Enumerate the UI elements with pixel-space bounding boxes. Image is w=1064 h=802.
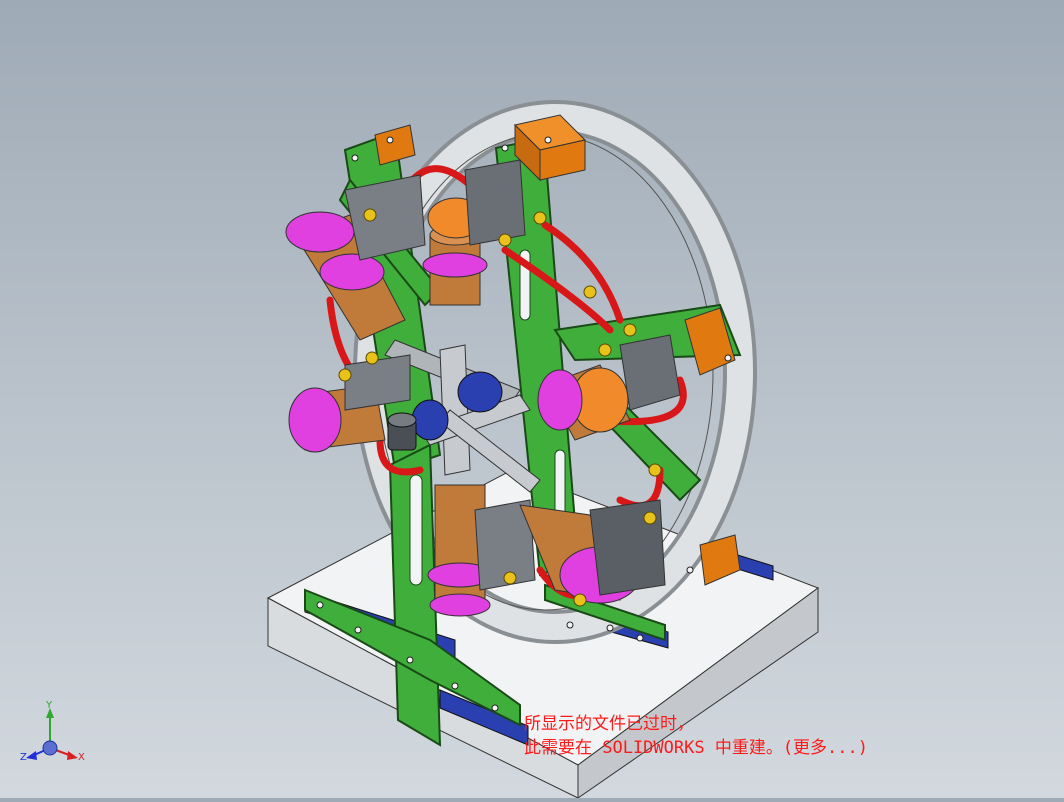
axis-triad: Y X Z [20,700,85,763]
y-axis-label: Y [45,700,53,711]
z-axis-label: Z [20,752,27,763]
rebuild-notice[interactable]: 所显示的文件已过时， 此需要在 SOLIDWORKS 中重建。(更多...) [524,712,868,760]
z-axis-arrow-icon [26,751,37,760]
x-axis-label: X [78,752,85,763]
x-axis-arrow-icon [67,751,78,760]
model-viewport[interactable]: 所显示的文件已过时， 此需要在 SOLIDWORKS 中重建。(更多...) Y… [0,0,1064,799]
triad-origin-icon [42,740,58,756]
rebuild-notice-line-1: 所显示的文件已过时， [524,714,694,734]
engine-model-render[interactable] [0,0,1064,799]
rebuild-notice-line-2[interactable]: 此需要在 SOLIDWORKS 中重建。(更多...) [524,738,868,758]
